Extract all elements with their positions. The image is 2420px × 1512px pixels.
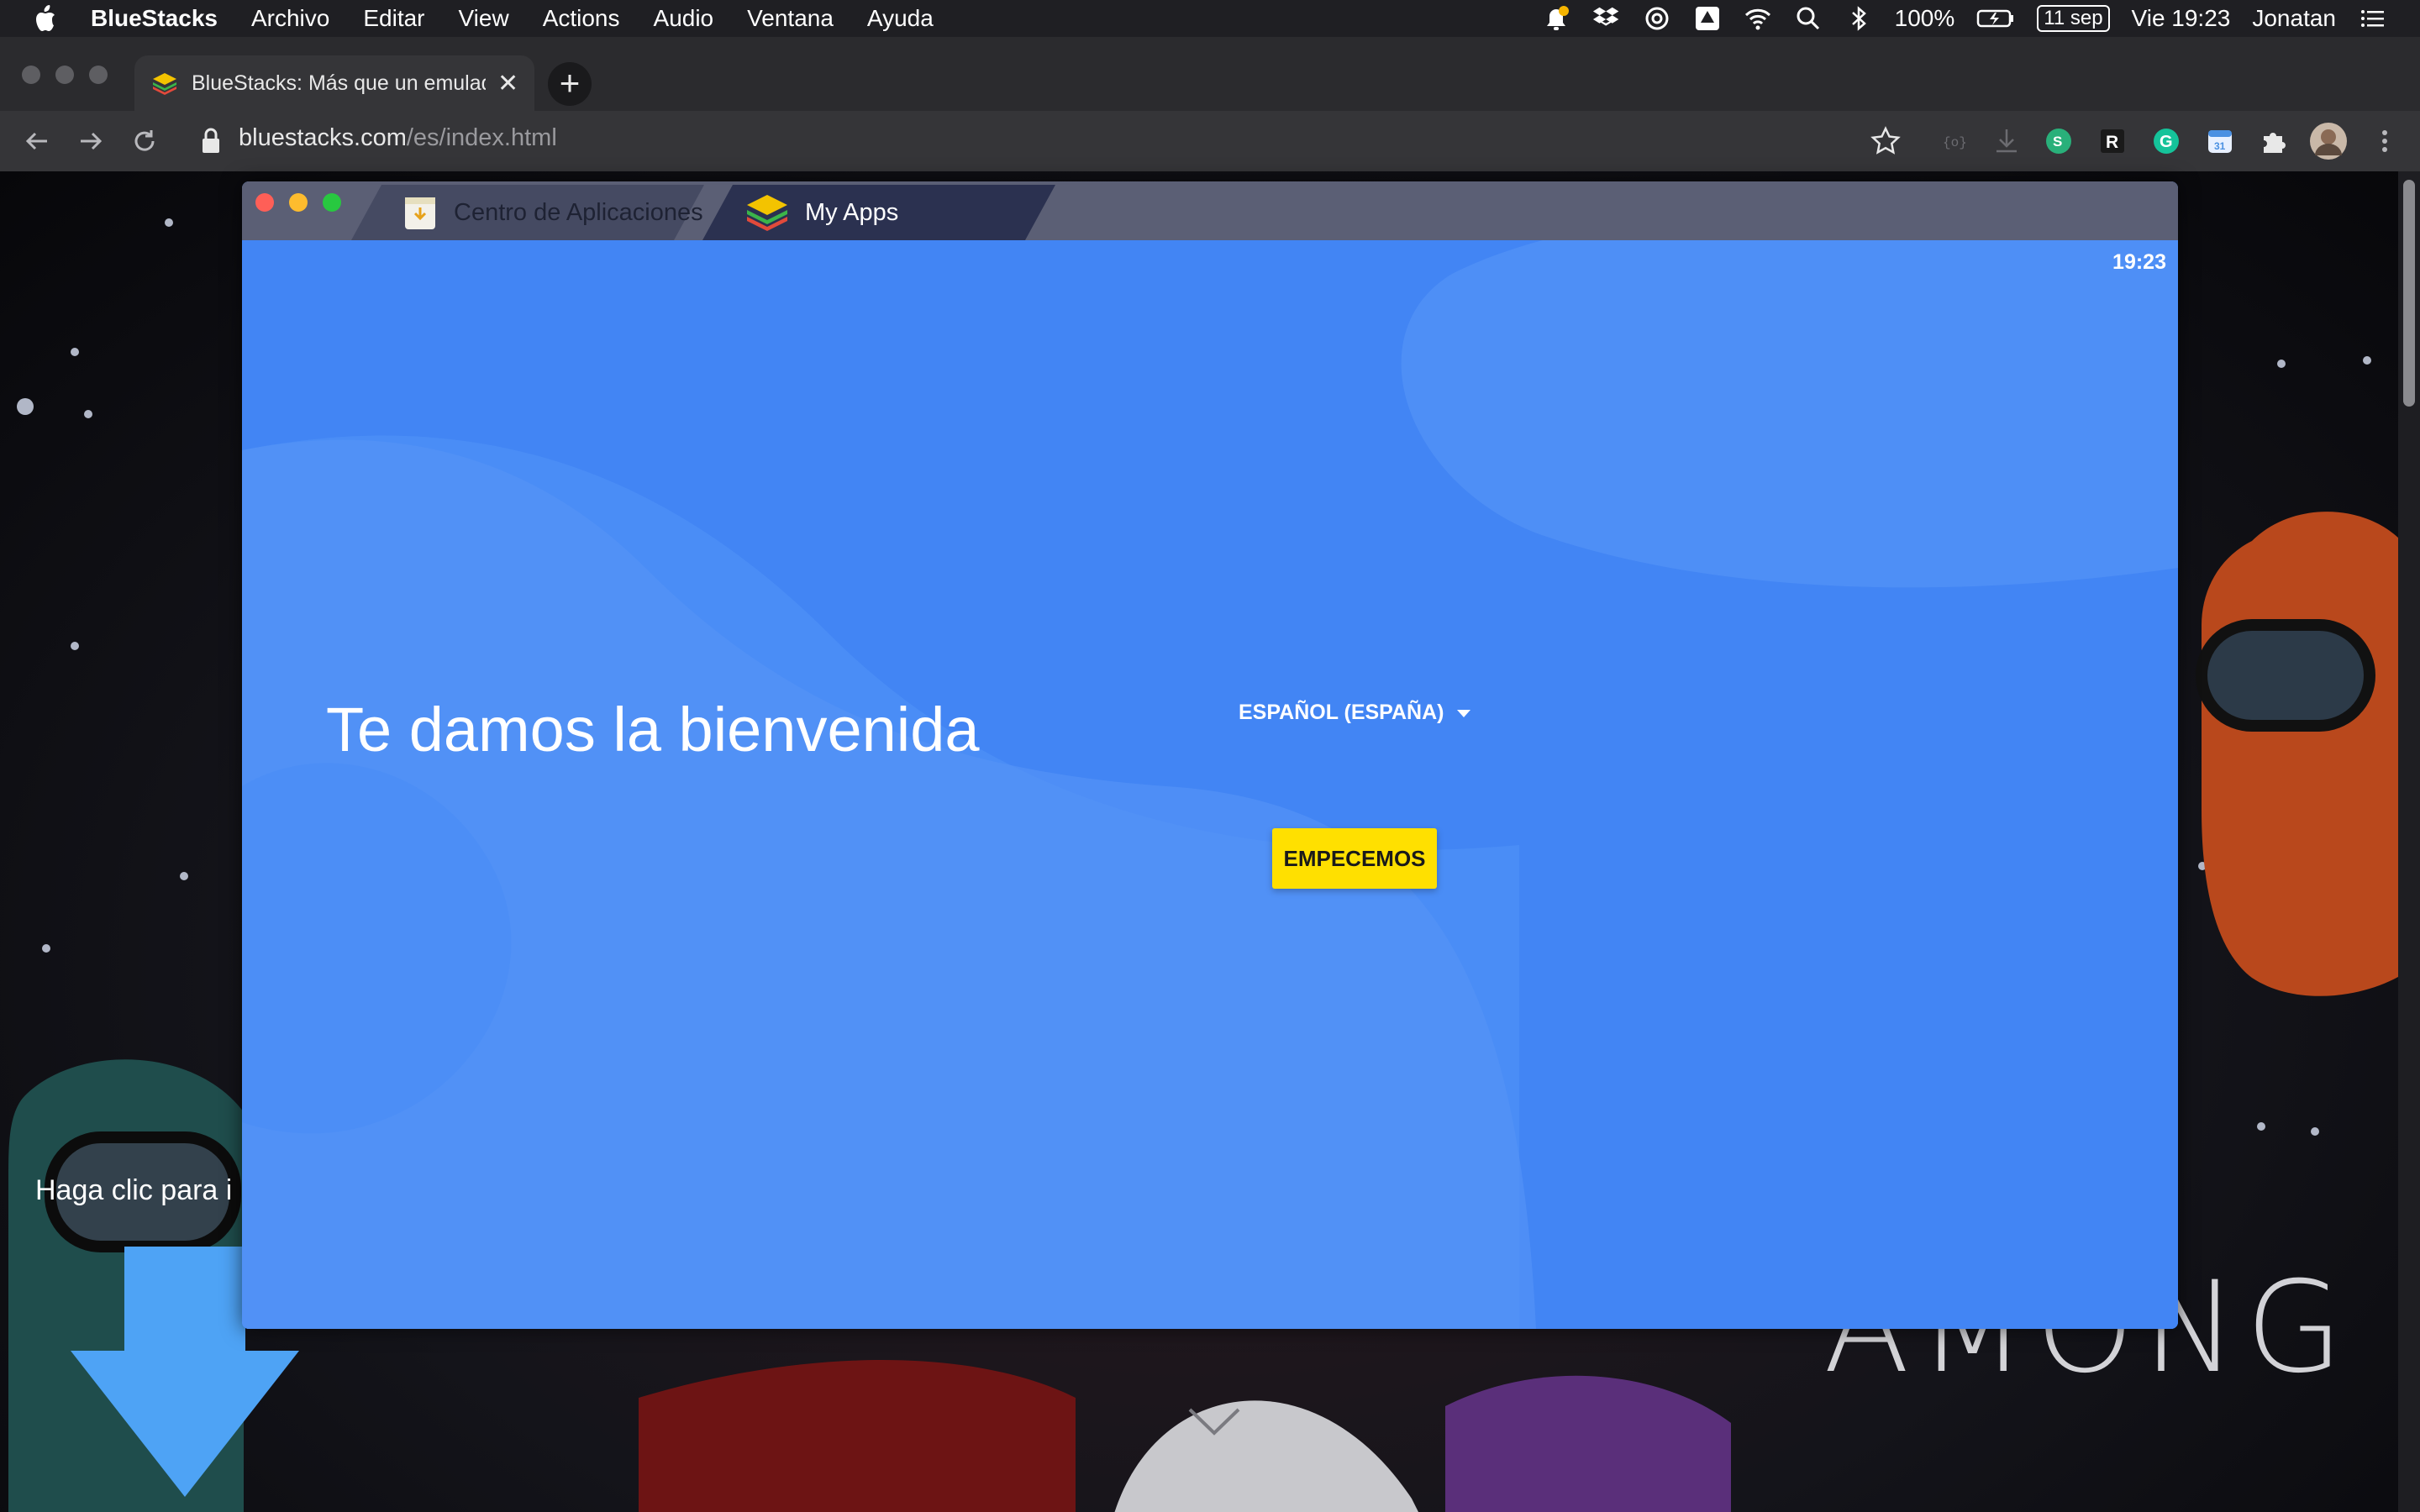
- lock-icon[interactable]: [198, 126, 224, 156]
- more-menu-icon[interactable]: [2368, 124, 2402, 158]
- menu-view[interactable]: View: [459, 5, 509, 32]
- menu-ayuda[interactable]: Ayuda: [867, 5, 934, 32]
- app-center-icon: [405, 197, 435, 229]
- extensions-puzzle-icon[interactable]: [2257, 124, 2291, 158]
- apple-logo-icon[interactable]: [32, 4, 57, 33]
- menu-app-name[interactable]: BlueStacks: [91, 5, 218, 32]
- dropbox-icon[interactable]: [1592, 4, 1621, 33]
- svg-text:31: 31: [2214, 140, 2226, 152]
- battery-percent[interactable]: 100%: [1895, 5, 1955, 32]
- star-decoration: [71, 348, 79, 356]
- star-decoration: [84, 410, 92, 418]
- macos-menubar: BlueStacks Archivo Editar View Actions A…: [0, 0, 2420, 37]
- bluestacks-welcome-screen: 19:23 Te damos la bienvenida ESPAÑOL (ES…: [242, 240, 2178, 1329]
- browser-toolbar: bluestacks.com/es/index.html {o} S R G 3…: [0, 111, 2420, 171]
- language-selected-value: ESPAÑOL (ESPAÑA): [1239, 701, 1444, 724]
- reload-icon[interactable]: [126, 123, 163, 160]
- bluestacks-logo-icon: [747, 195, 787, 231]
- menu-actions[interactable]: Actions: [543, 5, 620, 32]
- star-decoration: [42, 944, 50, 953]
- google-drive-icon[interactable]: [1693, 4, 1722, 33]
- bluestacks-minimize-button[interactable]: [289, 193, 308, 212]
- browser-minimize-button[interactable]: [55, 66, 74, 84]
- bluestacks-close-button[interactable]: [255, 193, 274, 212]
- background-waves: [242, 240, 2178, 1329]
- url-bar[interactable]: bluestacks.com/es/index.html: [239, 124, 557, 152]
- tab-my-apps[interactable]: My Apps: [702, 185, 1307, 240]
- svg-text:{o}: {o}: [1943, 135, 1967, 150]
- menubar-user[interactable]: Jonatan: [2252, 5, 2336, 32]
- date-badge[interactable]: 11 sep: [2037, 5, 2110, 32]
- star-decoration: [17, 398, 34, 415]
- orange-crewmate-illustration: [2196, 512, 2420, 996]
- scroll-down-chevron-icon[interactable]: [1186, 1404, 1242, 1438]
- red-crewmate-illustration: [639, 1360, 1731, 1512]
- svg-text:R: R: [2106, 133, 2118, 152]
- bluetooth-icon[interactable]: [1844, 4, 1873, 33]
- browser-tab-bluestacks[interactable]: BlueStacks: Más que un emulador ✕: [134, 55, 534, 111]
- grammarly-icon[interactable]: G: [2149, 124, 2183, 158]
- url-path: /es/index.html: [406, 124, 557, 151]
- empecemos-button[interactable]: EMPECEMOS: [1272, 828, 1437, 889]
- back-arrow-icon[interactable]: [18, 123, 55, 160]
- tab-close-icon[interactable]: ✕: [497, 69, 518, 98]
- bluestacks-favicon-icon: [153, 73, 176, 95]
- menu-editar[interactable]: Editar: [363, 5, 424, 32]
- browser-tab-strip: BlueStacks: Más que un emulador ✕ +: [0, 37, 2420, 111]
- tab-app-center-label: Centro de Aplicaciones: [454, 198, 703, 226]
- menubar-clock[interactable]: Vie 19:23: [2132, 5, 2231, 32]
- menu-archivo[interactable]: Archivo: [251, 5, 329, 32]
- star-decoration: [2363, 356, 2371, 365]
- forward-arrow-icon[interactable]: [72, 123, 109, 160]
- star-decoration: [165, 218, 173, 227]
- new-tab-button[interactable]: +: [548, 62, 592, 106]
- star-decoration: [180, 872, 188, 880]
- welcome-title: Te damos la bienvenida: [326, 695, 980, 764]
- bluestacks-window: Centro de Aplicaciones My Apps 19:23 Te …: [242, 181, 2178, 1329]
- android-status-clock: 19:23: [2112, 250, 2166, 274]
- browser-tab-title: BlueStacks: Más que un emulador: [192, 71, 486, 95]
- caret-down-icon: [1457, 709, 1471, 717]
- bluestacks-titlebar: Centro de Aplicaciones My Apps: [242, 181, 2178, 240]
- bookmark-star-icon[interactable]: [1869, 124, 1902, 158]
- reader-mode-icon[interactable]: {o}: [1938, 124, 1971, 158]
- language-dropdown[interactable]: ESPAÑOL (ESPAÑA): [1239, 701, 1472, 725]
- download-icon[interactable]: [1990, 124, 2023, 158]
- download-cta-text[interactable]: Haga clic para i: [35, 1174, 232, 1207]
- grammarly-green-icon[interactable]: S: [2042, 124, 2075, 158]
- profile-avatar[interactable]: [2309, 122, 2348, 160]
- tab-my-apps-label: My Apps: [805, 198, 899, 226]
- svg-text:S: S: [2053, 134, 2062, 150]
- browser-zoom-button[interactable]: [89, 66, 108, 84]
- svg-text:G: G: [2160, 133, 2173, 151]
- notification-center-icon[interactable]: [2358, 4, 2386, 33]
- page-scrollbar-thumb[interactable]: [2403, 180, 2415, 407]
- r-extension-icon[interactable]: R: [2096, 124, 2129, 158]
- star-decoration: [71, 642, 79, 650]
- url-domain: bluestacks.com: [239, 124, 407, 151]
- wifi-icon[interactable]: [1744, 4, 1772, 33]
- menu-ventana[interactable]: Ventana: [747, 5, 834, 32]
- notification-icon[interactable]: [1542, 4, 1570, 33]
- browser-close-button[interactable]: [22, 66, 40, 84]
- menu-audio[interactable]: Audio: [654, 5, 714, 32]
- spotlight-search-icon[interactable]: [1794, 4, 1823, 33]
- star-decoration: [2277, 360, 2286, 368]
- bluestacks-zoom-button[interactable]: [323, 193, 341, 212]
- calendar-extension-icon[interactable]: 31: [2203, 124, 2237, 158]
- creative-cloud-icon[interactable]: [1643, 4, 1671, 33]
- menubar-status-area: 100% 11 sep Vie 19:23 Jonatan: [1542, 0, 2386, 37]
- battery-charging-icon[interactable]: [1976, 4, 2015, 33]
